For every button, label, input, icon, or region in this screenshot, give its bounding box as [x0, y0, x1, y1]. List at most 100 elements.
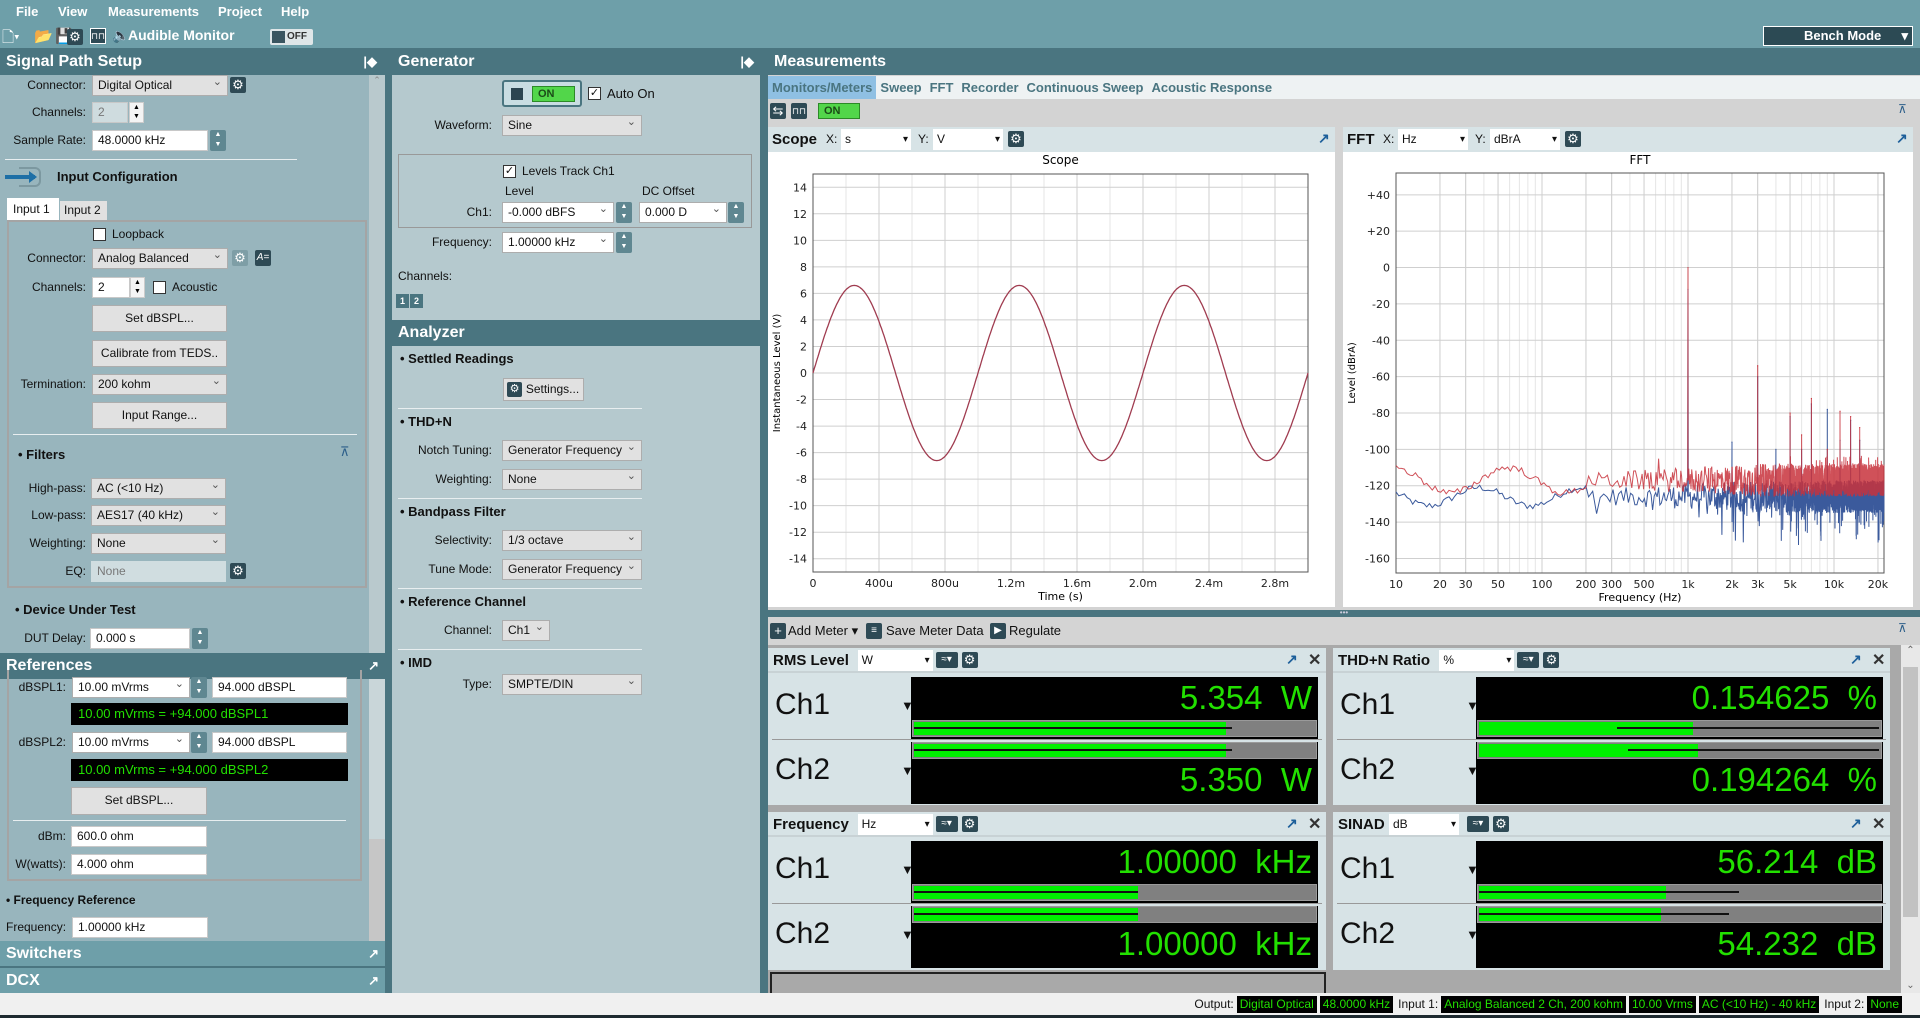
reference-channel-dropdown[interactable]: Ch1: [502, 620, 550, 641]
gear-icon[interactable]: ⚙: [1543, 652, 1560, 668]
lowpass-dropdown[interactable]: AES17 (40 kHz): [91, 505, 226, 526]
channels-stepper[interactable]: ▲ ▼: [129, 102, 144, 123]
dut-delay-stepper[interactable]: ▲ ▼: [192, 628, 208, 649]
close-icon[interactable]: ✕: [1872, 814, 1885, 834]
dc-offset-stepper[interactable]: ▲ ▼: [728, 202, 744, 223]
dbspl2-level-field[interactable]: 94.000 dBSPL: [212, 732, 347, 753]
acoustic-font-icon[interactable]: A=: [255, 250, 271, 266]
dbm-field[interactable]: 600.0 ohm: [71, 826, 207, 847]
fft-y-unit-select[interactable]: dBrA: [1490, 129, 1560, 150]
set-dbspl-button[interactable]: Set dBSPL...: [71, 787, 207, 815]
references-scrollbar[interactable]: [369, 679, 385, 941]
tab-input-2[interactable]: Input 2: [60, 201, 107, 220]
collapse-icon[interactable]: ⊼: [340, 444, 350, 460]
selectivity-dropdown[interactable]: 1/3 octave: [502, 530, 642, 551]
termination-dropdown[interactable]: 200 kohm: [92, 374, 227, 395]
sample-rate-stepper[interactable]: ▲ ▼: [210, 130, 226, 151]
gear-icon[interactable]: ⚙: [961, 816, 978, 832]
gear-icon[interactable]: ⚙: [1493, 816, 1509, 832]
popout-icon[interactable]: ↗: [1850, 815, 1862, 832]
channel-1-button[interactable]: 1: [396, 294, 409, 308]
calibrate-teds-button[interactable]: Calibrate from TEDS..: [92, 340, 227, 367]
gear-icon[interactable]: ⚙: [232, 250, 248, 266]
splitter-handle[interactable]: •••: [768, 609, 1920, 617]
popout-icon[interactable]: ↗: [1318, 130, 1330, 147]
generator-on-button[interactable]: ON: [502, 80, 582, 107]
tab-acoustic-response[interactable]: Acoustic Response: [1148, 76, 1277, 99]
tune-mode-dropdown[interactable]: Generator Frequency: [502, 559, 642, 580]
close-icon[interactable]: ✕: [1872, 650, 1885, 670]
output-channels-field[interactable]: 2: [92, 102, 128, 123]
notch-tuning-dropdown[interactable]: Generator Frequency: [502, 440, 642, 461]
dbspl1-voltage-dropdown[interactable]: 10.00 mVrms: [72, 677, 190, 698]
meter-unit-select[interactable]: dB: [1389, 814, 1459, 835]
pin-icon[interactable]: |◆: [363, 49, 377, 75]
dbspl2-stepper[interactable]: ▲ ▼: [191, 732, 207, 753]
collapse-icon[interactable]: ⊼: [1898, 102, 1907, 116]
pin-icon[interactable]: |◆: [740, 49, 754, 75]
output-connector-dropdown[interactable]: Digital Optical: [92, 75, 228, 96]
menu-view[interactable]: View: [58, 4, 87, 19]
settings-button[interactable]: ⚙ Settings...: [503, 378, 584, 401]
acoustic-checkbox[interactable]: [153, 281, 166, 294]
collapse-icon[interactable]: ⊼: [1898, 621, 1907, 635]
gear-icon[interactable]: ⚙: [1565, 131, 1581, 147]
settings-gear-icon[interactable]: ⚙: [67, 29, 83, 45]
auto-on-checkbox[interactable]: ✓: [588, 87, 601, 100]
open-icon[interactable]: 📂: [34, 27, 53, 45]
signal-monitor-icon[interactable]: ⊓⊓: [791, 103, 807, 119]
close-icon[interactable]: ✕: [1308, 814, 1321, 834]
graph-icon[interactable]: ≈▾: [1517, 652, 1540, 668]
frequency-stepper[interactable]: ▲ ▼: [616, 232, 632, 253]
tab-continuous-sweep[interactable]: Continuous Sweep: [1023, 76, 1148, 99]
sample-rate-field[interactable]: 48.0000 kHz: [92, 130, 208, 151]
input-channels-field[interactable]: 2: [92, 277, 130, 298]
gear-icon[interactable]: ⚙: [230, 563, 246, 579]
gear-icon[interactable]: ⚙: [1008, 131, 1024, 147]
thdn-weighting-dropdown[interactable]: None: [502, 469, 642, 490]
audible-monitor-toggle[interactable]: OFF: [270, 29, 313, 45]
tab-input-1[interactable]: Input 1: [7, 198, 59, 220]
menu-measurements[interactable]: Measurements: [108, 4, 199, 19]
meter-unit-select[interactable]: Hz: [857, 814, 933, 835]
input-connector-dropdown[interactable]: Analog Balanced: [92, 248, 228, 269]
fft-x-unit-select[interactable]: Hz: [1398, 129, 1468, 150]
highpass-dropdown[interactable]: AC (<10 Hz): [91, 478, 226, 499]
swap-icon[interactable]: ⇆: [770, 103, 786, 119]
popout-icon[interactable]: ↗: [368, 941, 379, 967]
dut-delay-field[interactable]: 0.000 s: [90, 628, 190, 649]
regulate-button[interactable]: Regulate: [1009, 623, 1061, 638]
graph-icon[interactable]: ≈▾: [935, 816, 958, 832]
popout-icon[interactable]: ↗: [1850, 651, 1862, 668]
dc-offset-field[interactable]: 0.000 D: [639, 202, 727, 223]
scope-y-unit-select[interactable]: V: [933, 129, 1003, 150]
monitor-on-toggle[interactable]: ON: [818, 103, 860, 119]
tab-monitors-meters[interactable]: Monitors/Meters: [768, 76, 877, 99]
level-field[interactable]: -0.000 dBFS: [502, 202, 614, 223]
signal-path-scrollbar[interactable]: ⌃: [369, 75, 385, 653]
tab-fft[interactable]: FFT: [926, 76, 958, 99]
channel-2-button[interactable]: 2: [410, 294, 423, 308]
meters-scrollbar[interactable]: ⌃ ⌄: [1901, 645, 1920, 993]
switchers-header[interactable]: Switchers ↗: [0, 941, 385, 966]
dbspl1-level-field[interactable]: 94.000 dBSPL: [212, 677, 347, 698]
dcx-header[interactable]: DCX ↗: [0, 968, 385, 993]
imd-type-dropdown[interactable]: SMPTE/DIN: [502, 674, 642, 695]
close-icon[interactable]: ✕: [1308, 650, 1321, 670]
menu-help[interactable]: Help: [281, 4, 309, 19]
level-stepper[interactable]: ▲ ▼: [616, 202, 632, 223]
waveform-dropdown[interactable]: Sine: [502, 115, 642, 136]
set-dbspl-button[interactable]: Set dBSPL...: [92, 305, 227, 332]
dbspl1-stepper[interactable]: ▲ ▼: [191, 677, 207, 698]
levels-track-checkbox[interactable]: ✓: [503, 165, 516, 178]
menu-project[interactable]: Project: [218, 4, 262, 19]
menu-file[interactable]: File: [16, 4, 38, 19]
freq-ref-field[interactable]: 1.00000 kHz: [72, 917, 208, 938]
graph-icon[interactable]: ≈▾: [1467, 816, 1489, 832]
gear-icon[interactable]: ⚙: [230, 77, 246, 93]
meter-unit-select[interactable]: W: [857, 650, 933, 671]
watts-field[interactable]: 4.000 ohm: [71, 854, 207, 875]
gear-icon[interactable]: ⚙: [961, 652, 978, 668]
bench-mode-dropdown[interactable]: Bench Mode ▾: [1763, 26, 1913, 46]
tab-sweep[interactable]: Sweep: [876, 76, 925, 99]
